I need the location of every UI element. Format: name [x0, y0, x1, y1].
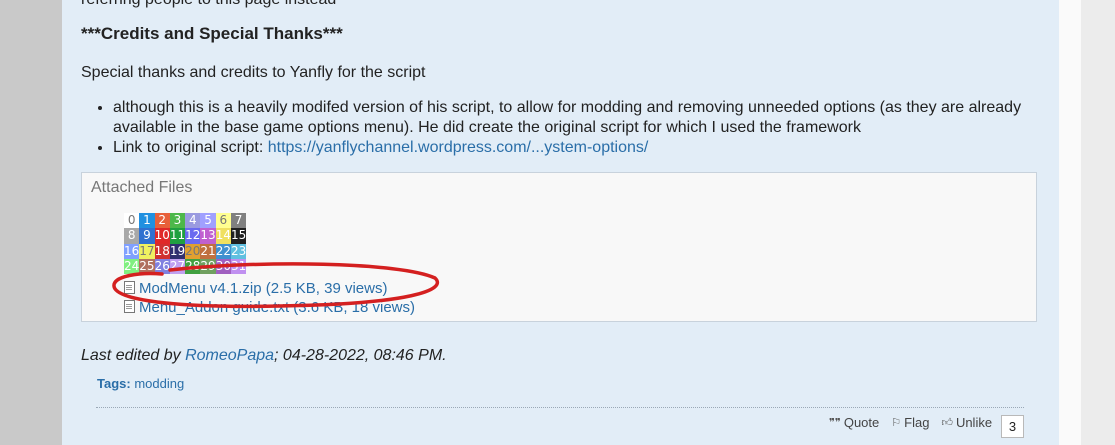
thumbnail-cell: 6: [215, 213, 231, 229]
thumbnail-cell: 9: [139, 228, 155, 244]
unlike-button[interactable]: 👍︎ Unlike: [941, 415, 992, 430]
flag-icon: ⚐: [891, 417, 902, 429]
flag-button[interactable]: ⚐ Flag: [891, 415, 929, 430]
thumbnail-cell: 17: [139, 243, 155, 259]
thumbnail-cell: 16: [124, 243, 140, 259]
thumbnail-cell: 19: [169, 243, 186, 259]
red-circle-annotation: [112, 262, 440, 309]
truncated-text: referring people to this page instead: [81, 0, 336, 9]
thumbnail-cell: 2: [154, 213, 170, 229]
edited-prefix: Last edited by: [81, 347, 186, 364]
thumbnail-cell: 12: [185, 228, 201, 244]
quote-label: Quote: [843, 415, 880, 430]
thumbnail-cell: 0: [124, 213, 140, 229]
thumbnail-cell: 8: [124, 228, 140, 244]
thumbnail-cell: 14: [215, 228, 231, 244]
editor-user-link[interactable]: RomeoPapa: [185, 347, 274, 364]
thumbnail-cell: 3: [169, 213, 186, 229]
tags-row: Tags: modding: [97, 376, 184, 391]
thumbnail-cell: 11: [169, 228, 186, 244]
credits-list: although this is a heavily modifed versi…: [81, 98, 1043, 158]
flag-label: Flag: [904, 415, 930, 430]
thumbnail-cell: 22: [215, 243, 231, 259]
left-margin: [0, 0, 62, 445]
thumbnail-cell: 7: [230, 213, 247, 229]
thumbnail-cell: 4: [185, 213, 201, 229]
right-gutter: [1059, 0, 1081, 445]
attached-files-title: Attached Files: [91, 179, 193, 196]
quote-button[interactable]: ❞❞ Quote: [829, 415, 879, 430]
post-actions: ❞❞ Quote ⚐ Flag 👍︎ Unlike: [829, 415, 992, 430]
thumbnail-cell: 21: [200, 243, 216, 259]
bullet-text: although this is a heavily modifed versi…: [113, 99, 1022, 136]
section-heading: ***Credits and Special Thanks***: [81, 24, 343, 43]
like-count-badge: 3: [1001, 415, 1024, 438]
thanks-paragraph: Special thanks and credits to Yanfly for…: [81, 64, 426, 81]
tag-link[interactable]: modding: [134, 376, 184, 391]
right-sidebar: [1081, 0, 1115, 445]
list-item: although this is a heavily modifed versi…: [113, 98, 1043, 138]
edited-date: ; 04-28-2022, 08:46 PM.: [274, 347, 447, 364]
thumbnail-cell: 10: [154, 228, 170, 244]
unlike-label: Unlike: [955, 415, 993, 430]
thumbs-up-icon: 👍︎: [941, 417, 953, 429]
thumbnail-cell: 5: [200, 213, 216, 229]
thumbnail-cell: 18: [154, 243, 170, 259]
bullet-prefix: Link to original script:: [113, 139, 268, 156]
thumbnail-cell: 15: [230, 228, 247, 244]
last-edited-info: Last edited by RomeoPapa; 04-28-2022, 08…: [81, 347, 447, 365]
list-item: Link to original script: https://yanflyc…: [113, 138, 1043, 158]
thumbnail-cell: 20: [185, 243, 201, 259]
divider: [96, 407, 1024, 408]
original-script-link[interactable]: https://yanflychannel.wordpress.com/...y…: [268, 139, 649, 156]
thumbnail-cell: 13: [200, 228, 216, 244]
thumbnail-cell: 23: [230, 243, 247, 259]
quote-icon: ❞❞: [829, 417, 841, 429]
thumbnail-cell: 1: [139, 213, 155, 229]
tags-label: Tags:: [97, 376, 131, 391]
